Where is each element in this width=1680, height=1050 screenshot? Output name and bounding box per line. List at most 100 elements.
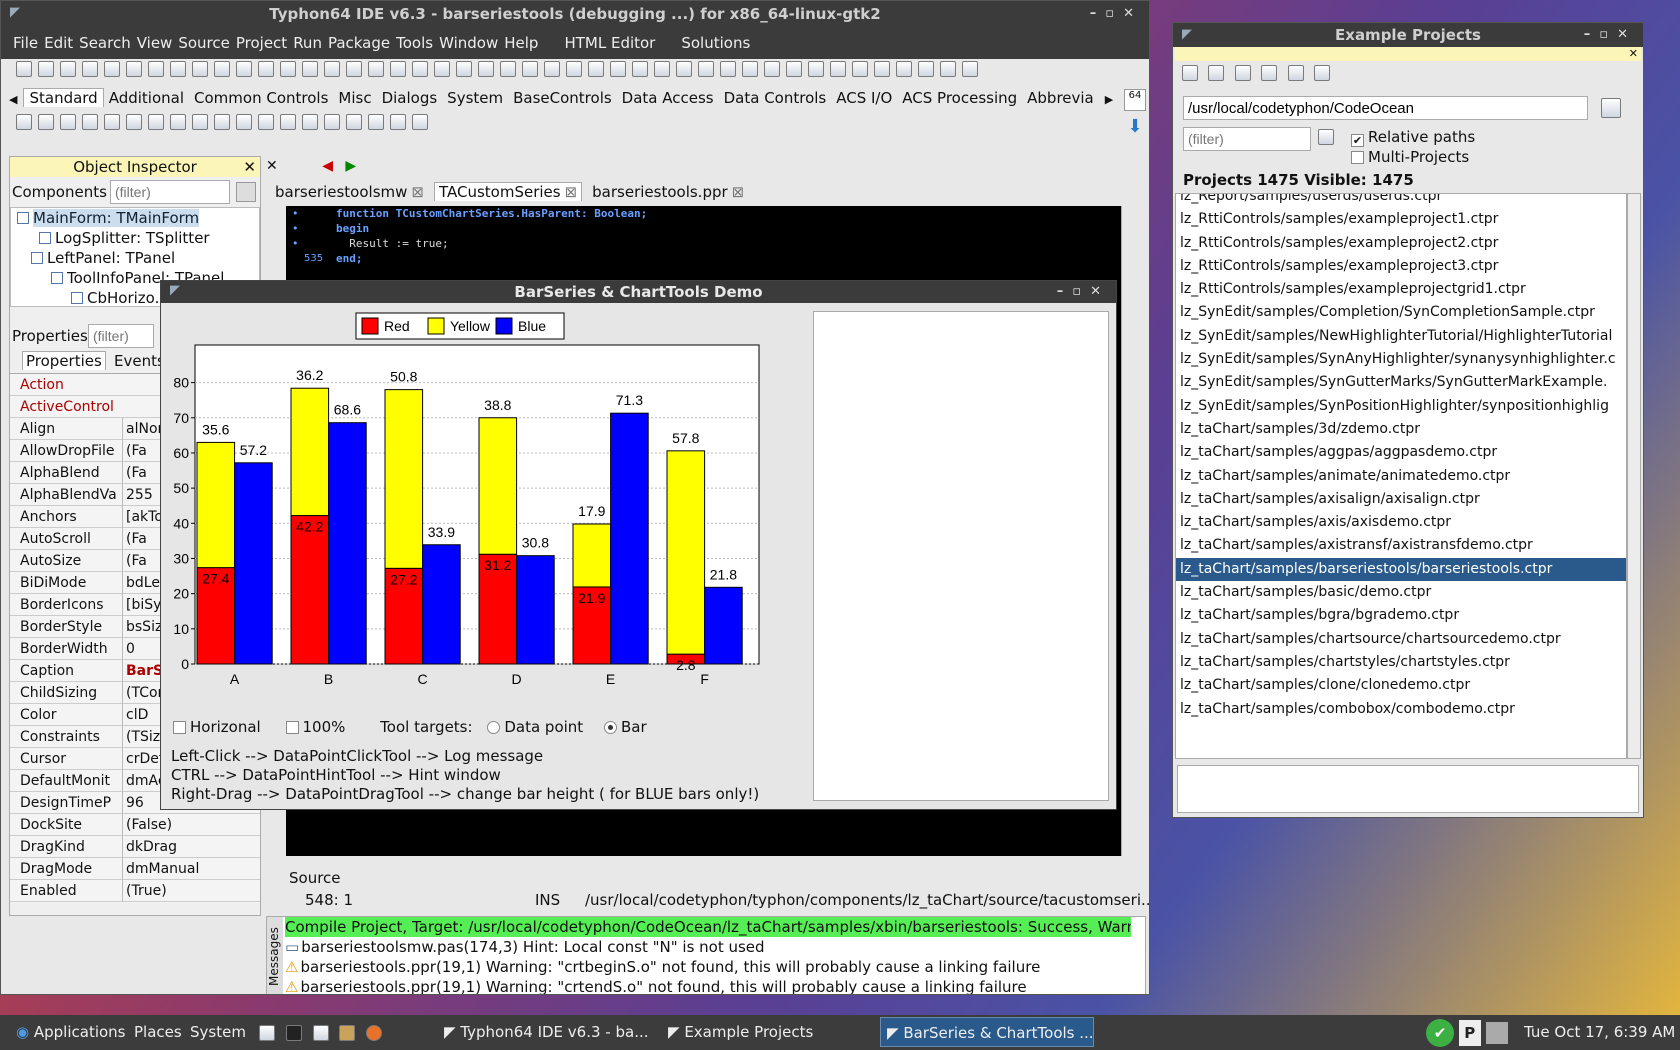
bar-e-blue[interactable]: [610, 412, 649, 665]
property-row[interactable]: DragMode dmManual: [10, 858, 260, 880]
menu-help[interactable]: Help: [504, 34, 538, 52]
places-menu[interactable]: Places: [128, 1015, 182, 1049]
component-icon[interactable]: [346, 114, 362, 130]
project-item[interactable]: lz_taChart/samples/axis/axisdemo.ctpr: [1176, 511, 1626, 534]
menu-edit[interactable]: Edit: [44, 34, 73, 52]
editor-tab[interactable]: TACustomSeries ⊠: [433, 182, 583, 201]
system-menu[interactable]: System: [184, 1015, 246, 1049]
project-item[interactable]: lz_SynEdit/samples/SynPositionHighlighte…: [1176, 395, 1626, 418]
palette-tab[interactable]: Additional: [104, 89, 189, 107]
toolbar-icon[interactable]: [148, 61, 164, 77]
palette-tab[interactable]: ACS Processing: [897, 89, 1022, 107]
toolbar-icon[interactable]: [896, 61, 912, 77]
task-projects[interactable]: ◤ Example Projects: [662, 1015, 872, 1049]
component-icon[interactable]: [126, 114, 142, 130]
menu-source[interactable]: Source: [178, 34, 230, 52]
project-item[interactable]: lz_taChart/samples/barseriestools/barser…: [1176, 557, 1626, 582]
close-tab-icon[interactable]: ⊠: [565, 183, 578, 201]
menu-search[interactable]: Search: [79, 34, 131, 52]
back-icon[interactable]: ◀: [322, 158, 333, 174]
toolbar-icon[interactable]: [324, 61, 340, 77]
applications-menu[interactable]: ◉ Applications: [10, 1015, 126, 1049]
toolbar-icon[interactable]: [940, 61, 956, 77]
toolbar-icon[interactable]: [456, 61, 472, 77]
task-ide[interactable]: ◤ Typhon64 IDE v6.3 - ba...: [438, 1015, 648, 1049]
clock[interactable]: Tue Oct 17, 6:39 AM: [1518, 1015, 1675, 1049]
browse-folder-icon[interactable]: [1601, 98, 1621, 118]
toolbar-icon[interactable]: [588, 61, 604, 77]
tabs-right-icon[interactable]: ▶: [1105, 93, 1113, 106]
menu-run[interactable]: Run: [293, 34, 322, 52]
tab-properties[interactable]: Properties: [22, 351, 106, 370]
component-icon[interactable]: [236, 114, 252, 130]
project-item[interactable]: lz_taChart/samples/basic/demo.ctpr: [1176, 581, 1626, 604]
close-icon[interactable]: ✕: [243, 157, 256, 177]
menu-tools[interactable]: Tools: [396, 34, 433, 52]
toolbar-icon[interactable]: [676, 61, 692, 77]
toolbar-icon[interactable]: [720, 61, 736, 77]
window-controls[interactable]: –▫✕: [1584, 23, 1637, 47]
tree-node[interactable]: LeftPanel: TPanel: [11, 248, 259, 268]
copy-icon[interactable]: [1234, 65, 1251, 81]
toolbar-icon[interactable]: [698, 61, 714, 77]
menu-project[interactable]: Project: [236, 34, 287, 52]
open-icon[interactable]: [1208, 65, 1225, 81]
project-item[interactable]: lz_taChart/samples/axistransf/axistransf…: [1176, 534, 1626, 557]
toolbar-icon[interactable]: [808, 61, 824, 77]
toolbar-icon[interactable]: [764, 61, 780, 77]
delete-icon[interactable]: [1261, 65, 1278, 81]
toolbar-icon[interactable]: [126, 61, 142, 77]
component-icon[interactable]: [148, 114, 164, 130]
palette-tab[interactable]: BaseControls: [508, 89, 617, 107]
component-icon[interactable]: [16, 114, 32, 130]
bar-b-blue[interactable]: [328, 422, 367, 665]
palette-tab[interactable]: Abbrevia: [1022, 89, 1099, 107]
project-item[interactable]: lz_SynEdit/samples/NewHighlighterTutoria…: [1176, 325, 1626, 348]
ide-titlebar[interactable]: ◤ Typhon64 IDE v6.3 - barseriestools (de…: [1, 1, 1149, 27]
toolbar-icon[interactable]: [38, 61, 54, 77]
component-icon[interactable]: [60, 114, 76, 130]
task-demo[interactable]: ◤ BarSeries & ChartTools ...: [880, 1017, 1094, 1047]
log-panel[interactable]: [813, 311, 1109, 801]
update-icon[interactable]: ✔: [1426, 1018, 1454, 1047]
toolbar-icon[interactable]: [390, 61, 406, 77]
project-item[interactable]: lz_taChart/samples/3d/zdemo.ctpr: [1176, 418, 1626, 441]
message-line[interactable]: ⚠ barseriestools.ppr(19,1) Warning: "crte…: [285, 977, 1131, 994]
component-icon[interactable]: [170, 114, 186, 130]
close-tab-icon[interactable]: ⊠: [411, 183, 424, 201]
bar-c-blue[interactable]: [422, 544, 461, 665]
palette-tab[interactable]: Data Access: [617, 89, 719, 107]
toolbar-icon[interactable]: [346, 61, 362, 77]
project-item[interactable]: lz_RttiControls/samples/exampleprojectgr…: [1176, 278, 1626, 301]
message-line[interactable]: ⚠ barseriestools.ppr(19,1) Warning: "crtb…: [285, 957, 1131, 977]
palette-down-icon[interactable]: ⬇: [1124, 116, 1146, 138]
project-item[interactable]: lz_taChart/samples/clone/clonedemo.ctpr: [1176, 674, 1626, 697]
toolbar-icon[interactable]: [544, 61, 560, 77]
mixer-icon[interactable]: [312, 1024, 329, 1041]
percent-checkbox[interactable]: [285, 721, 299, 734]
bar-a-blue[interactable]: [234, 462, 273, 665]
project-list-scrollbar[interactable]: [1627, 193, 1641, 759]
tab-events[interactable]: Events: [114, 352, 165, 370]
project-item[interactable]: lz_Report/samples/userds/userds.ctpr: [1176, 194, 1626, 208]
toolbar-icon[interactable]: [170, 61, 186, 77]
toolbar-icon[interactable]: [500, 61, 516, 77]
toolbar-icon[interactable]: [214, 61, 230, 77]
project-item[interactable]: lz_RttiControls/samples/exampleproject1.…: [1176, 208, 1626, 231]
tree-node[interactable]: MainForm: TMainForm: [11, 208, 259, 228]
component-icon[interactable]: [390, 114, 406, 130]
palette-tab[interactable]: Misc: [333, 89, 376, 107]
toolbar-icon[interactable]: [610, 61, 626, 77]
editor-tab[interactable]: barseriestoolsmw ⊠: [271, 183, 428, 201]
message-line[interactable]: Compile Project, Target: /usr/local/code…: [285, 917, 1131, 937]
toolbar-icon[interactable]: [82, 61, 98, 77]
toolbar-icon[interactable]: [962, 61, 978, 77]
toolbar-icon[interactable]: [918, 61, 934, 77]
bar-e-yellow[interactable]: [572, 523, 612, 588]
toolbar-icon[interactable]: [566, 61, 582, 77]
bar-d-yellow[interactable]: [478, 417, 518, 555]
palette-tab[interactable]: ACS I/O: [831, 89, 897, 107]
project-item[interactable]: lz_taChart/samples/combobox/combodemo.ct…: [1176, 698, 1626, 721]
demo-titlebar[interactable]: ◤ BarSeries & ChartTools Demo –▫✕: [161, 281, 1116, 303]
component-icon[interactable]: [192, 114, 208, 130]
